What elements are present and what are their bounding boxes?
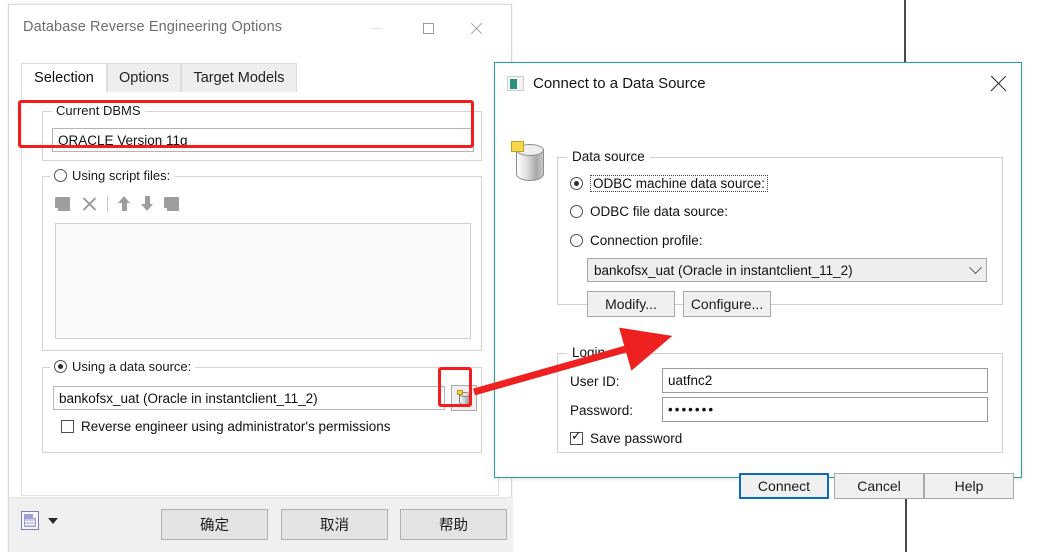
data-source-radio-indicator [54, 360, 67, 373]
help-button[interactable]: Help [924, 473, 1014, 499]
minimize-button[interactable] [353, 5, 399, 51]
script-files-radio-indicator [54, 169, 67, 182]
close-icon [470, 22, 483, 35]
tab-options-label: Options [119, 70, 169, 86]
help-button[interactable]: 帮助 [400, 509, 507, 540]
connection-profile-option[interactable]: Connection profile: [570, 233, 703, 248]
script-files-group: Using script files: [42, 168, 482, 351]
tab-selection-label: Selection [34, 70, 94, 86]
chevron-down-icon [969, 260, 982, 274]
cancel-button[interactable]: Cancel [834, 473, 924, 499]
right-dialog-title: Connect to a Data Source [533, 75, 706, 92]
left-dialog-title: Database Reverse Engineering Options [23, 19, 283, 35]
password-value: ••••••• [668, 402, 716, 417]
help-button-label: Help [954, 478, 984, 494]
odbc-machine-radio-indicator [570, 177, 583, 190]
login-group-label: Login [567, 345, 611, 360]
connect-button[interactable]: Connect [739, 473, 829, 499]
database-reverse-engineering-options-dialog: Database Reverse Engineering Options Sel… [8, 4, 513, 552]
script-files-toolbar [55, 195, 181, 212]
help-button-label: 帮助 [439, 518, 468, 534]
script-files-radio[interactable]: Using script files: [50, 168, 175, 183]
data-source-group: Using a data source: bankofsx_uat (Oracl… [42, 359, 482, 453]
current-dbms-group: Current DBMS ORACLE Version 11g [42, 103, 482, 161]
background-guide-line-top [904, 0, 906, 64]
maximize-button[interactable] [405, 5, 451, 51]
cancel-button-label: Cancel [857, 478, 901, 494]
odbc-file-data-source-option[interactable]: ODBC file data source: [570, 204, 728, 219]
odbc-file-radio-indicator [570, 205, 583, 218]
close-button[interactable] [453, 5, 499, 51]
save-settings-icon [21, 511, 39, 530]
modify-button[interactable]: Modify... [587, 291, 675, 317]
toolbar-separator [107, 195, 108, 212]
ok-button[interactable]: 确定 [161, 509, 268, 540]
ok-button-label: 确定 [200, 518, 229, 534]
connect-to-data-source-dialog: Connect to a Data Source Data source ODB… [494, 62, 1022, 499]
data-source-picker-button[interactable] [451, 385, 477, 411]
data-source-combo-value: bankofsx_uat (Oracle in instantclient_11… [594, 262, 853, 278]
connection-profile-label: Connection profile: [590, 233, 703, 248]
user-id-value: uatfnc2 [668, 373, 713, 388]
password-field[interactable]: ••••••• [662, 397, 988, 422]
save-settings-control[interactable] [21, 511, 58, 530]
save-password-label: Save password [590, 431, 683, 446]
tabstrip: Selection Options Target Models [21, 63, 499, 151]
data-source-label: Using a data source: [72, 359, 192, 374]
script-files-list[interactable] [55, 223, 471, 339]
move-up-icon[interactable] [118, 196, 131, 211]
connection-profile-radio-indicator [570, 234, 583, 247]
admin-permissions-label: Reverse engineer using administrator's p… [81, 419, 391, 434]
chevron-down-icon[interactable] [48, 517, 58, 524]
database-cylinder-icon [511, 141, 547, 183]
admin-permissions-checkbox-indicator [61, 420, 74, 433]
data-source-group-label: Data source [567, 149, 650, 164]
close-icon[interactable] [989, 75, 1007, 93]
add-script-icon[interactable] [55, 195, 72, 212]
user-id-label: User ID: [570, 374, 620, 389]
odbc-machine-data-source-option[interactable]: ODBC machine data source: [570, 175, 768, 192]
configure-button-label: Configure... [690, 296, 764, 312]
current-dbms-value: ORACLE Version 11g [58, 132, 188, 148]
login-group: Login User ID: uatfnc2 Password: •••••••… [557, 345, 1003, 453]
selection-tab-panel: Current DBMS ORACLE Version 11g Using sc… [21, 92, 499, 496]
tab-selection[interactable]: Selection [21, 63, 107, 92]
current-dbms-group-label: Current DBMS [52, 103, 145, 118]
right-dialog-titlebar: Connect to a Data Source [495, 63, 1021, 105]
data-source-radio[interactable]: Using a data source: [50, 359, 196, 374]
left-dialog-titlebar: Database Reverse Engineering Options [9, 5, 511, 51]
save-password-checkbox-indicator [570, 429, 583, 445]
user-id-field[interactable]: uatfnc2 [662, 368, 988, 393]
tab-target-models[interactable]: Target Models [181, 63, 297, 92]
modify-button-label: Modify... [605, 296, 657, 312]
cancel-button-label: 取消 [320, 518, 349, 534]
data-source-group: Data source ODBC machine data source: OD… [557, 149, 1003, 317]
odbc-file-label: ODBC file data source: [590, 204, 729, 219]
edit-script-icon[interactable] [164, 195, 181, 212]
maximize-icon [422, 22, 434, 34]
password-label: Password: [570, 403, 634, 418]
cancel-button[interactable]: 取消 [281, 509, 388, 540]
connect-button-label: Connect [757, 478, 811, 494]
tab-target-models-label: Target Models [193, 70, 285, 86]
odbc-machine-label: ODBC machine data source: [590, 175, 768, 192]
data-source-icon [507, 76, 524, 91]
script-files-label: Using script files: [72, 168, 171, 183]
delete-icon[interactable] [82, 196, 97, 211]
screenshot-root: Database Reverse Engineering Options Sel… [0, 0, 1040, 552]
data-source-field[interactable]: bankofsx_uat (Oracle in instantclient_11… [53, 386, 445, 410]
data-source-combo[interactable]: bankofsx_uat (Oracle in instantclient_11… [587, 258, 987, 282]
current-dbms-field[interactable]: ORACLE Version 11g [52, 128, 474, 152]
admin-permissions-checkbox[interactable]: Reverse engineer using administrator's p… [61, 419, 390, 434]
tab-options[interactable]: Options [107, 63, 181, 92]
move-down-icon[interactable] [141, 196, 154, 211]
save-password-checkbox[interactable]: Save password [570, 429, 683, 446]
configure-button[interactable]: Configure... [683, 291, 771, 317]
database-source-icon [456, 389, 471, 406]
data-source-value: bankofsx_uat (Oracle in instantclient_11… [59, 390, 318, 406]
connect-dialog-body: Data source ODBC machine data source: OD… [495, 105, 1021, 499]
minimize-icon [370, 27, 382, 29]
